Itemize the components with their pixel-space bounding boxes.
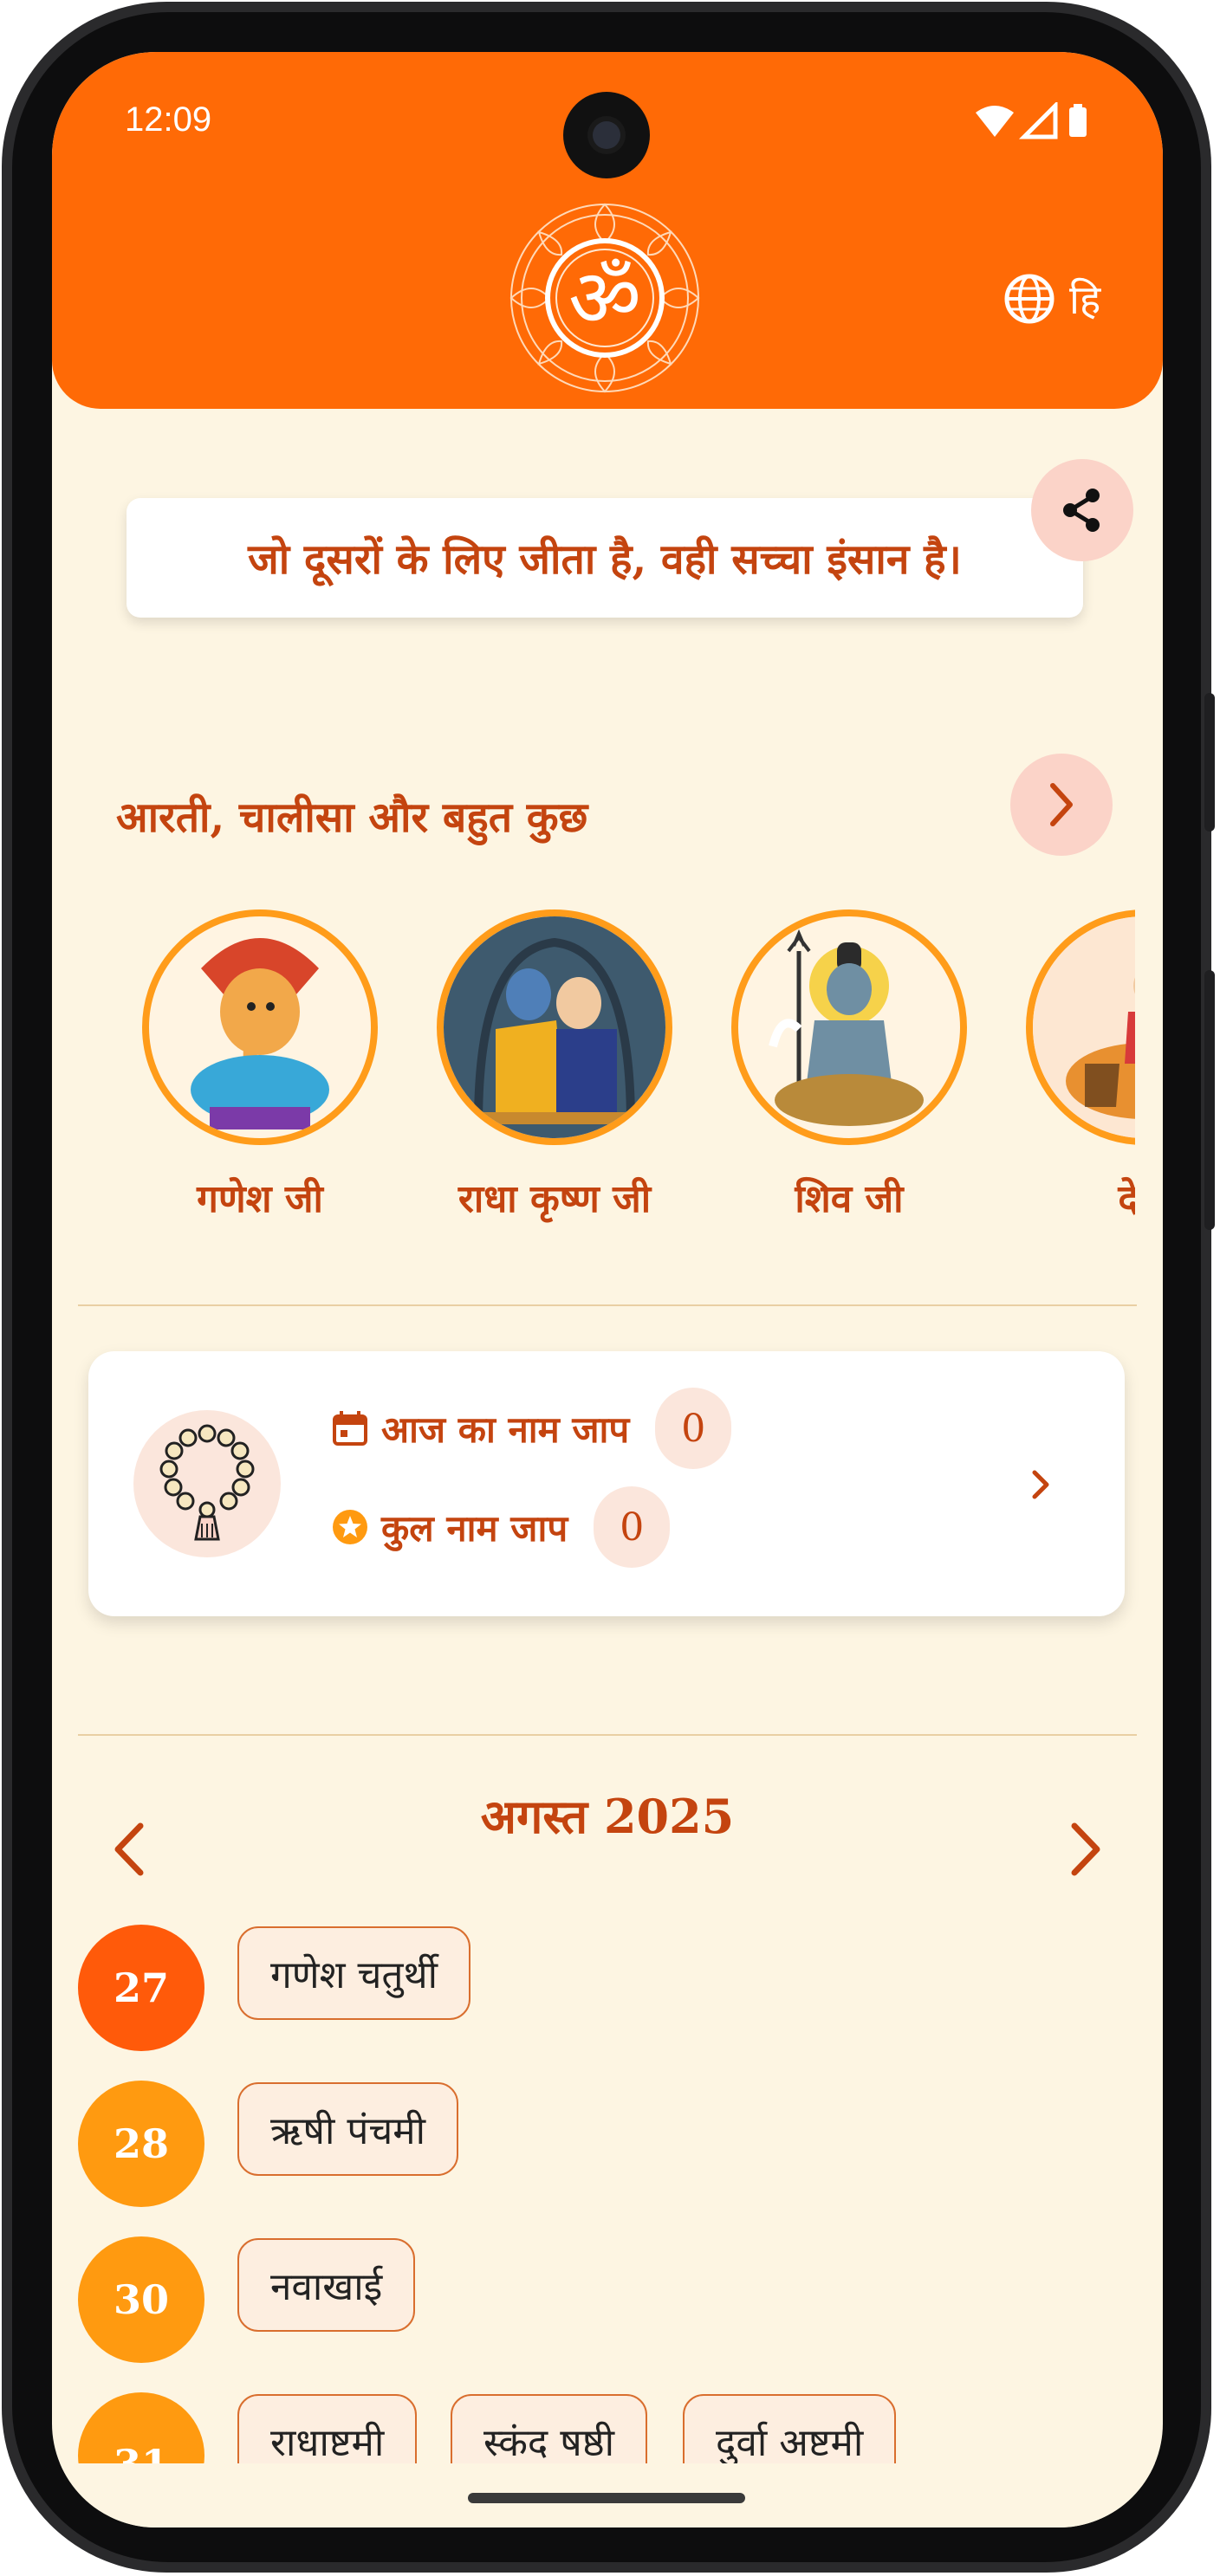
deity-name: देवी — [1118, 1177, 1135, 1221]
total-jaap-row: कुल नाम जाप 0 — [331, 1486, 671, 1568]
today-jaap-row: आज का नाम जाप 0 — [331, 1388, 732, 1469]
total-jaap-label: कुल नाम जाप — [381, 1506, 568, 1550]
deity-name: शिव जी — [795, 1177, 904, 1221]
volume-button — [1204, 693, 1215, 832]
deity-carousel[interactable]: गणेश जी राधा कृष्ण जी शिव जी दे — [130, 909, 1135, 1308]
mala-icon — [133, 1410, 281, 1557]
today-jaap-label: आज का नाम जाप — [381, 1408, 630, 1451]
ganesh-image — [142, 909, 378, 1145]
globe-icon — [1004, 274, 1055, 324]
day-badge[interactable]: 28 — [78, 2081, 204, 2207]
deity-item-radha-krishna[interactable]: राधा कृष्ण जी — [425, 909, 685, 1256]
festival-chip[interactable]: ऋषी पंचमी — [237, 2082, 458, 2176]
deity-name: गणेश जी — [197, 1177, 323, 1221]
today-jaap-count: 0 — [655, 1388, 732, 1469]
devi-image — [1026, 909, 1135, 1145]
share-icon — [1063, 489, 1100, 532]
signal-icon — [1018, 102, 1058, 139]
daily-quote-card: जो दूसरों के लिए जीता है, वही सच्चा इंसा… — [127, 498, 1083, 618]
radha-krishna-image — [437, 909, 672, 1145]
svg-text:ॐ: ॐ — [568, 252, 641, 345]
status-icons — [976, 102, 1087, 139]
divider — [78, 1304, 1137, 1306]
language-label: हि — [1069, 276, 1101, 323]
phone-frame: 12:09 ॐ हि जो दूसरों के लिए जीता है, वही… — [0, 0, 1220, 2576]
shiv-image — [731, 909, 967, 1145]
battery-icon — [1069, 107, 1087, 137]
calendar-icon — [333, 1411, 367, 1446]
deity-item-ganesh[interactable]: गणेश जी — [130, 909, 390, 1256]
share-button[interactable] — [1031, 459, 1133, 561]
festival-chip[interactable]: नवाखाई — [237, 2238, 416, 2332]
section-title-aarti: आरती, चालीसा और बहुत कुछ — [116, 793, 588, 842]
divider — [78, 1734, 1137, 1736]
om-logo-icon: ॐ — [509, 203, 700, 393]
day-badge[interactable]: 30 — [78, 2236, 204, 2363]
naam-jaap-card[interactable]: आज का नाम जाप 0 कुल नाम जाप 0 — [88, 1351, 1125, 1616]
status-time: 12:09 — [125, 100, 212, 139]
power-button — [1204, 970, 1215, 1230]
language-switch[interactable]: हि — [1002, 269, 1123, 329]
day-badge[interactable]: 27 — [78, 1925, 204, 2051]
festival-chip[interactable]: गणेश चतुर्थी — [237, 1926, 471, 2020]
deity-item-shiv[interactable]: शिव जी — [719, 909, 979, 1256]
chevron-right-icon — [1050, 783, 1073, 826]
chevron-right-icon — [1032, 1470, 1049, 1499]
home-indicator[interactable] — [468, 2493, 745, 2503]
next-month-button[interactable] — [1054, 1810, 1114, 1888]
total-jaap-count: 0 — [594, 1486, 671, 1568]
star-icon — [333, 1510, 367, 1544]
app-header: 12:09 ॐ हि — [52, 52, 1163, 409]
screen: 12:09 ॐ हि जो दूसरों के लिए जीता है, वही… — [52, 52, 1163, 2527]
daily-quote-text: जो दूसरों के लिए जीता है, वही सच्चा इंसा… — [248, 534, 962, 584]
wifi-icon — [976, 106, 1014, 137]
deity-item-devi[interactable]: देवी — [1014, 909, 1135, 1256]
section-more-button[interactable] — [1010, 754, 1113, 856]
calendar-month-title: अगस्त 2025 — [480, 1789, 735, 1844]
deity-name: राधा कृष्ण जी — [458, 1177, 652, 1221]
camera-cutout — [563, 92, 650, 178]
chevron-right-icon — [1071, 1822, 1100, 1876]
